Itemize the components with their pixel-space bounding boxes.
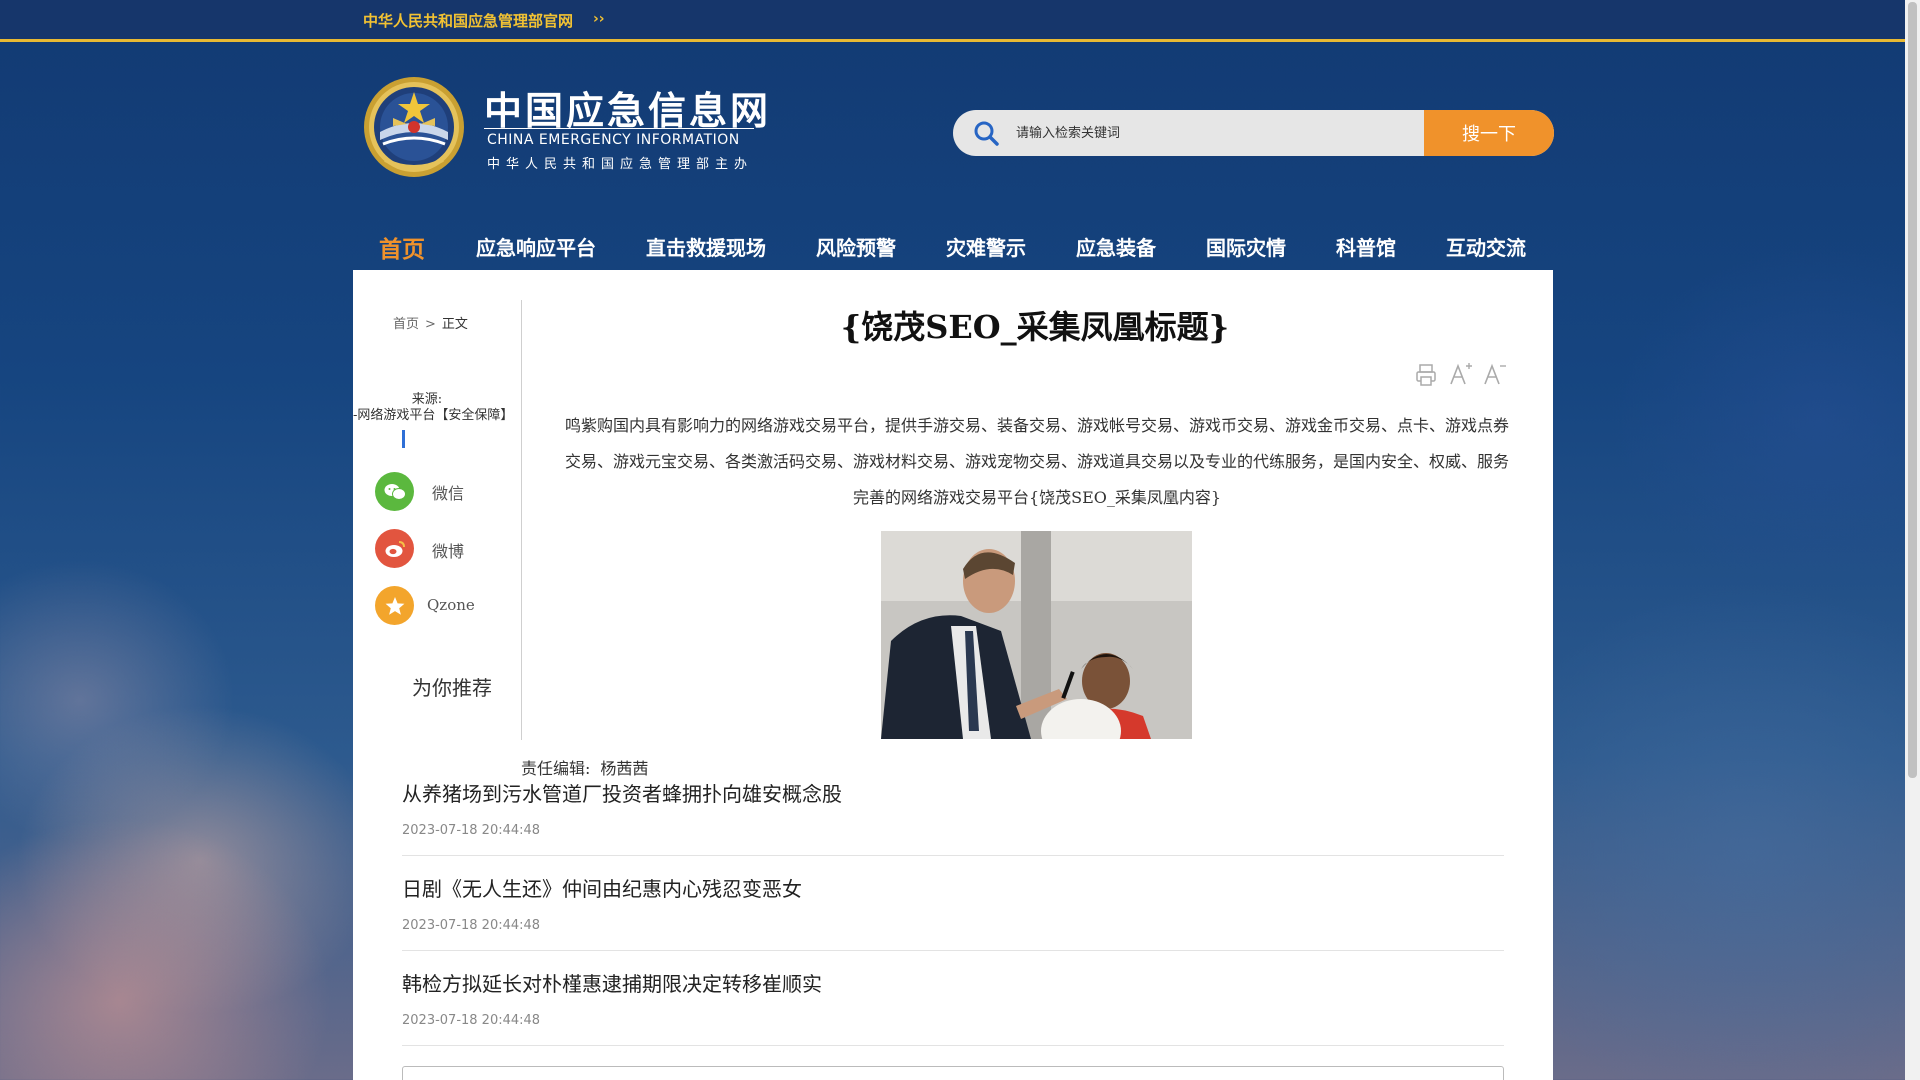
logo-divider xyxy=(484,128,754,129)
source-value: -网络游戏平台【安全保障】 xyxy=(353,408,514,423)
editor-name: 杨茜茜 xyxy=(600,759,649,778)
editor-credit: 责任编辑: 杨茜茜 xyxy=(521,755,648,779)
site-title: 中国应急信息网 xyxy=(484,88,772,133)
wechat-icon[interactable] xyxy=(375,472,414,511)
scrollbar-thumb[interactable] xyxy=(1908,2,1917,778)
source-label: 来源: xyxy=(411,392,443,407)
nav-science[interactable]: 科普馆 xyxy=(1336,232,1396,260)
related-article-date: 2023-07-18 20:44:48 xyxy=(402,1013,541,1028)
article-title: {饶茂SEO_采集凤凰标题} xyxy=(840,308,1230,346)
search-icon[interactable] xyxy=(973,120,999,146)
top-bar xyxy=(0,0,1905,42)
font-decrease-icon[interactable] xyxy=(1482,362,1506,388)
breadcrumb-home[interactable]: 首页 xyxy=(393,317,419,332)
list-divider xyxy=(402,950,1504,951)
related-article-title[interactable]: 日剧《无人生还》仲间由纪惠内心残忍变恶女 xyxy=(402,873,802,902)
nav-response-platform[interactable]: 应急响应平台 xyxy=(476,232,596,260)
recommend-heading: 为你推荐 xyxy=(412,676,492,700)
nav-interaction[interactable]: 互动交流 xyxy=(1446,232,1526,260)
nav-risk-warning[interactable]: 风险预警 xyxy=(816,232,896,260)
related-article-date: 2023-07-18 20:44:48 xyxy=(402,823,541,838)
comment-box[interactable] xyxy=(402,1066,1504,1080)
list-divider xyxy=(402,855,1504,856)
search-input[interactable] xyxy=(1016,112,1416,154)
editor-label: 责任编辑: xyxy=(521,759,591,778)
search-button[interactable]: 搜一下 xyxy=(1424,110,1554,156)
emblem-seal-icon[interactable] xyxy=(363,74,465,180)
related-article-date: 2023-07-18 20:44:48 xyxy=(402,918,541,933)
source-marker xyxy=(402,430,405,448)
breadcrumb-separator: > xyxy=(425,317,436,332)
site-subtitle-cn: 中华人民共和国应急管理部主办 xyxy=(487,157,754,172)
related-article-title[interactable]: 从养猪场到污水管道厂投资者蜂拥扑向雄安概念股 xyxy=(402,778,842,807)
sidebar-divider xyxy=(521,300,522,740)
ministry-link[interactable]: 中华人民共和国应急管理部官网 xyxy=(363,10,573,31)
article-body: 鸣紫购国内具有影响力的网络游戏交易平台，提供手游交易、装备交易、游戏帐号交易、游… xyxy=(564,416,1509,507)
breadcrumb-current: 正文 xyxy=(441,317,468,332)
qzone-icon[interactable] xyxy=(375,586,414,625)
double-chevron-icon[interactable]: ›› xyxy=(593,11,605,27)
print-icon[interactable] xyxy=(1414,362,1438,388)
nav-rescue-scene[interactable]: 直击救援现场 xyxy=(646,232,766,260)
nav-equipment[interactable]: 应急装备 xyxy=(1076,232,1156,260)
site-subtitle-en: CHINA EMERGENCY INFORMATION xyxy=(487,132,740,148)
weibo-icon[interactable] xyxy=(375,529,414,568)
breadcrumb: 首页 > 正文 xyxy=(393,313,468,332)
share-qzone-label[interactable]: Qzone xyxy=(427,596,475,614)
related-article-title[interactable]: 韩检方拟延长对朴槿惠逮捕期限决定转移崔顺实 xyxy=(402,968,822,997)
share-wechat-label[interactable]: 微信 xyxy=(432,480,464,504)
article-photo xyxy=(881,531,1192,739)
nav-international[interactable]: 国际灾情 xyxy=(1206,232,1286,260)
list-divider xyxy=(402,1045,1504,1046)
nav-home[interactable]: 首页 xyxy=(379,230,425,263)
nav-disaster-alert[interactable]: 灾难警示 xyxy=(946,232,1026,260)
font-increase-icon[interactable] xyxy=(1448,362,1472,388)
share-weibo-label[interactable]: 微博 xyxy=(432,538,464,562)
